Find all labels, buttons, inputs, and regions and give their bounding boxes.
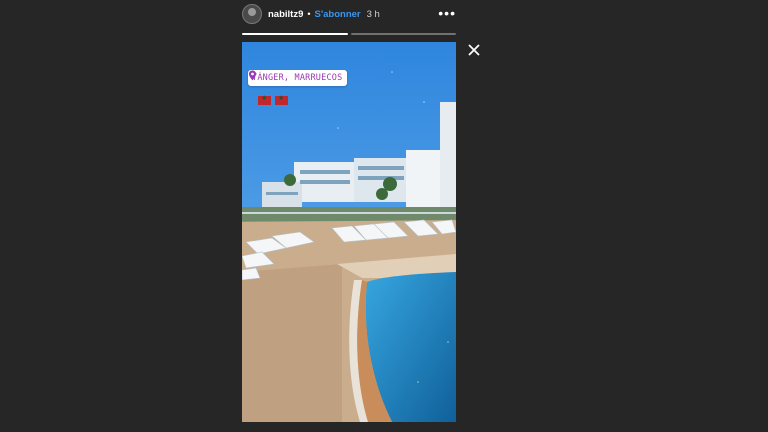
morocco-flag-icon	[258, 94, 271, 105]
story-header: nabiltz9 • S'abonner 3 h •••	[242, 3, 456, 25]
progress-segment	[242, 33, 348, 35]
separator-dot: •	[307, 9, 311, 19]
avatar[interactable]	[242, 4, 262, 24]
progress-fill	[242, 33, 348, 35]
story-progress	[242, 33, 456, 35]
close-icon[interactable]	[466, 42, 482, 58]
location-label: TÁNGER, MARRUECOS	[252, 73, 343, 83]
username[interactable]: nabiltz9	[268, 9, 303, 20]
flag-emojis	[258, 94, 288, 105]
more-options-icon[interactable]: •••	[438, 6, 456, 20]
story-media[interactable]: TÁNGER, MARRUECOS	[242, 42, 456, 422]
follow-button[interactable]: S'abonner	[315, 9, 361, 20]
location-sticker[interactable]: TÁNGER, MARRUECOS	[248, 70, 348, 86]
morocco-flag-icon	[275, 94, 288, 105]
progress-segment	[350, 33, 456, 35]
timestamp: 3 h	[366, 8, 380, 20]
location-pin-icon	[248, 70, 257, 81]
